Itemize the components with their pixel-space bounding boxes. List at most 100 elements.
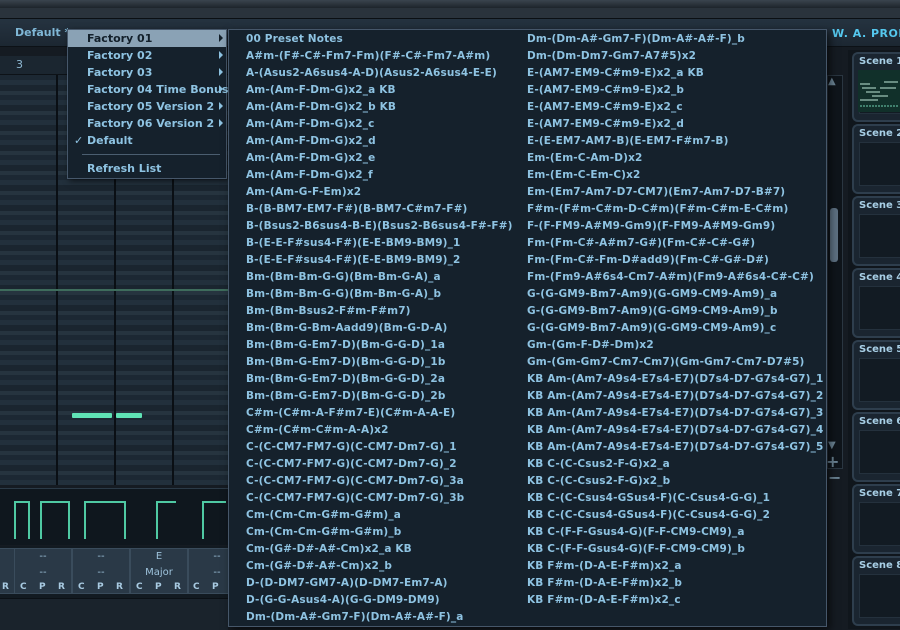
preset-item[interactable]: G-(G-GM9-Bm7-Am9)(G-GM9-CM9-Am9)_a — [527, 288, 777, 300]
preset-item[interactable]: 00 Preset Notes — [246, 33, 343, 45]
preset-item[interactable]: Em-(Em-C-Em-C)x2 — [527, 169, 641, 181]
preset-item[interactable]: KB C-(F-F-Gsus4-G)(F-F-CM9-CM9)_b — [527, 543, 745, 555]
velocity-bar[interactable] — [68, 501, 70, 539]
preset-item[interactable]: G-(G-GM9-Bm7-Am9)(G-GM9-CM9-Am9)_c — [527, 322, 776, 334]
preset-item[interactable]: C#m-(C#m-A-F#m7-E)(C#m-A-A-E) — [246, 407, 455, 419]
velocity-bar[interactable] — [124, 501, 126, 539]
preset-item[interactable]: E-(AM7-EM9-C#m9-E)x2_d — [527, 118, 684, 130]
preset-item[interactable]: Bm-(Bm-Bm-G-G)(Bm-Bm-G-A)_b — [246, 288, 441, 300]
preset-item[interactable]: Am-(Am-F-Dm-G)x2_c — [246, 118, 375, 130]
velocity-bar[interactable] — [14, 501, 16, 539]
scene-slot-6[interactable]: Scene 6 — [852, 412, 900, 482]
velocity-bar[interactable] — [202, 501, 204, 539]
preset-item[interactable]: Am-(Am-F-Dm-G)x2_a KB — [246, 84, 396, 96]
slot-mode-button[interactable]: C — [136, 582, 143, 592]
slot-mode-button[interactable]: R — [2, 582, 9, 592]
midi-note[interactable] — [116, 413, 142, 418]
slot-mode-button[interactable]: C — [193, 582, 200, 592]
preset-item[interactable]: Dm-(Dm-Dm7-Gm7-A7#5)x2 — [527, 50, 696, 62]
zoom-out-icon[interactable]: − — [828, 468, 841, 487]
slot-mode-button[interactable]: R — [116, 582, 123, 592]
velocity-lane[interactable] — [0, 488, 228, 545]
preset-list-scrollbar[interactable] — [827, 75, 843, 469]
preset-item[interactable]: Bm-(Bm-G-Em7-D)(Bm-G-G-D)_2a — [246, 373, 445, 385]
slot-mode-button[interactable]: C — [20, 582, 27, 592]
preset-item[interactable]: Bm-(Bm-G-Em7-D)(Bm-G-G-D)_1a — [246, 339, 445, 351]
scene-slot-7[interactable]: Scene 7 — [852, 484, 900, 554]
preset-item[interactable]: Cm-(G#-D#-A#-Cm)x2_b — [246, 560, 392, 572]
preset-item[interactable]: Bm-(Bm-G-Bm-Aadd9)(Bm-G-D-A) — [246, 322, 448, 334]
slot-mode-button[interactable]: R — [58, 582, 65, 592]
preset-item[interactable]: D-(D-DM7-GM7-A)(D-DM7-Em7-A) — [246, 577, 448, 589]
preset-item[interactable]: Am-(Am-F-Dm-G)x2_e — [246, 152, 375, 164]
preset-item[interactable]: Cm-(Cm-Cm-G#m-G#m)_a — [246, 509, 401, 521]
preset-item[interactable]: KB Am-(Am7-A9s4-E7s4-E7)(D7s4-D7-G7s4-G7… — [527, 407, 823, 419]
menu-item-factory-03[interactable]: Factory 03 — [68, 64, 226, 81]
scene-slot-8[interactable]: Scene 8 — [852, 556, 900, 626]
scroll-down-icon[interactable]: ▼ — [828, 440, 836, 451]
preset-item[interactable]: A-(Asus2-A6sus4-A-D)(Asus2-A6sus4-E-E) — [246, 67, 497, 79]
preset-item[interactable]: KB C-(C-Csus4-GSus4-F)(C-Csus4-G-G)_1 — [527, 492, 770, 504]
preset-item[interactable]: D-(G-G-Asus4-A)(G-G-DM9-DM9) — [246, 594, 440, 606]
menu-item-factory-02[interactable]: Factory 02 — [68, 47, 226, 64]
preset-item[interactable]: G-(G-GM9-Bm7-Am9)(G-GM9-CM9-Am9)_b — [527, 305, 778, 317]
slot-mode-button[interactable]: R — [174, 582, 181, 592]
preset-item[interactable]: E-(AM7-EM9-C#m9-E)x2_b — [527, 84, 684, 96]
slot-mode-button[interactable]: P — [39, 582, 46, 592]
preset-item[interactable]: Dm-(Dm-A#-Gm7-F)(Dm-A#-A#-F)_a — [246, 611, 464, 623]
preset-item[interactable]: Gm-(Gm-F-D#-Dm)x2 — [527, 339, 654, 351]
preset-item[interactable]: KB C-(C-Csus2-F-G)x2_a — [527, 458, 670, 470]
scroll-up-icon[interactable]: ▲ — [828, 76, 836, 87]
preset-item[interactable]: Em-(Em7-Am7-D7-CM7)(Em7-Am7-D7-B#7) — [527, 186, 785, 198]
preset-item[interactable]: B-(B-BM7-EM7-F#)(B-BM7-C#m7-F#) — [246, 203, 468, 215]
preset-item[interactable]: Bm-(Bm-Bsus2-F#m-F#m7) — [246, 305, 411, 317]
velocity-bar[interactable] — [28, 501, 30, 539]
preset-item[interactable]: Am-(Am-F-Dm-G)x2_d — [246, 135, 376, 147]
preset-item[interactable]: Fm-(Fm-C#-A#m7-G#)(Fm-C#-C#-G#) — [527, 237, 755, 249]
preset-item[interactable]: Am-(Am-G-F-Em)x2 — [246, 186, 361, 198]
velocity-bar[interactable] — [40, 501, 42, 539]
preset-item[interactable]: C-(C-CM7-FM7-G)(C-CM7-Dm7-G)_2 — [246, 458, 457, 470]
preset-item[interactable]: Bm-(Bm-Bm-G-G)(Bm-Bm-G-A)_a — [246, 271, 441, 283]
menu-item-factory-05[interactable]: Factory 05 Version 2 — [68, 98, 226, 115]
preset-item[interactable]: KB C-(C-Csus4-GSus4-F)(C-Csus4-G-G)_2 — [527, 509, 770, 521]
preset-item[interactable]: Bm-(Bm-G-Em7-D)(Bm-G-G-D)_2b — [246, 390, 446, 402]
preset-item[interactable]: Gm-(Gm-Gm7-Cm7-Cm7)(Gm-Gm7-Cm7-D7#5) — [527, 356, 805, 368]
preset-item[interactable]: KB Am-(Am7-A9s4-E7s4-E7)(D7s4-D7-G7s4-G7… — [527, 424, 823, 436]
scene-slot-4[interactable]: Scene 4 — [852, 268, 900, 338]
slot-mode-button[interactable]: P — [212, 582, 219, 592]
slot-mode-button[interactable]: C — [78, 582, 85, 592]
preset-name-selector[interactable]: Default * — [15, 26, 70, 39]
slot-mode-button[interactable]: P — [155, 582, 162, 592]
preset-item[interactable]: Bm-(Bm-G-Em7-D)(Bm-G-G-D)_1b — [246, 356, 446, 368]
preset-item[interactable]: KB C-(C-Csus2-F-G)x2_b — [527, 475, 670, 487]
preset-item[interactable]: B-(E-E-F#sus4-F#)(E-E-BM9-BM9)_2 — [246, 254, 461, 266]
preset-item[interactable]: C#m-(C#m-C#m-A-A)x2 — [246, 424, 389, 436]
midi-note[interactable] — [72, 413, 112, 418]
scene-slot-5[interactable]: Scene 5 — [852, 340, 900, 410]
menu-item-factory-06[interactable]: Factory 06 Version 2 — [68, 115, 226, 132]
preset-item[interactable]: KB F#m-(D-A-E-F#m)x2_a — [527, 560, 682, 572]
preset-item[interactable]: F#m-(F#m-C#m-D-C#m)(F#m-C#m-E-C#m) — [527, 203, 788, 215]
scrollbar-thumb[interactable] — [830, 208, 838, 262]
preset-item[interactable]: Fm-(Fm-C#-Fm-D#add9)(Fm-C#-G#-D#) — [527, 254, 769, 266]
preset-item[interactable]: KB F#m-(D-A-E-F#m)x2_c — [527, 594, 681, 606]
velocity-bar[interactable] — [156, 501, 158, 539]
velocity-bar[interactable] — [84, 501, 86, 539]
preset-item[interactable]: KB Am-(Am7-A9s4-E7s4-E7)(D7s4-D7-G7s4-G7… — [527, 441, 823, 453]
scene-slot-2[interactable]: Scene 2 — [852, 124, 900, 194]
menu-item-factory-01[interactable]: Factory 01 — [68, 30, 226, 47]
slot-mode-button[interactable]: P — [97, 582, 104, 592]
preset-item[interactable]: Cm-(Cm-Cm-G#m-G#m)_b — [246, 526, 401, 538]
preset-item[interactable]: KB Am-(Am7-A9s4-E7s4-E7)(D7s4-D7-G7s4-G7… — [527, 390, 823, 402]
preset-item[interactable]: Dm-(Dm-A#-Gm7-F)(Dm-A#-A#-F)_b — [527, 33, 745, 45]
preset-item[interactable]: B-(Bsus2-B6sus4-B-E)(Bsus2-B6sus4-F#-F#) — [246, 220, 513, 232]
preset-item[interactable]: C-(C-CM7-FM7-G)(C-CM7-Dm7-G)_1 — [246, 441, 457, 453]
preset-item[interactable]: C-(C-CM7-FM7-G)(C-CM7-Dm7-G)_3a — [246, 475, 464, 487]
preset-item[interactable]: Cm-(G#-D#-A#-Cm)x2_a KB — [246, 543, 412, 555]
preset-item[interactable]: Am-(Am-F-Dm-G)x2_f — [246, 169, 373, 181]
preset-item[interactable]: Em-(Em-C-Am-D)x2 — [527, 152, 642, 164]
preset-item[interactable]: B-(E-E-F#sus4-F#)(E-E-BM9-BM9)_1 — [246, 237, 461, 249]
preset-item[interactable]: KB F#m-(D-A-E-F#m)x2_b — [527, 577, 682, 589]
preset-item[interactable]: E-(E-EM7-AM7-B)(E-EM7-F#m7-B) — [527, 135, 729, 147]
